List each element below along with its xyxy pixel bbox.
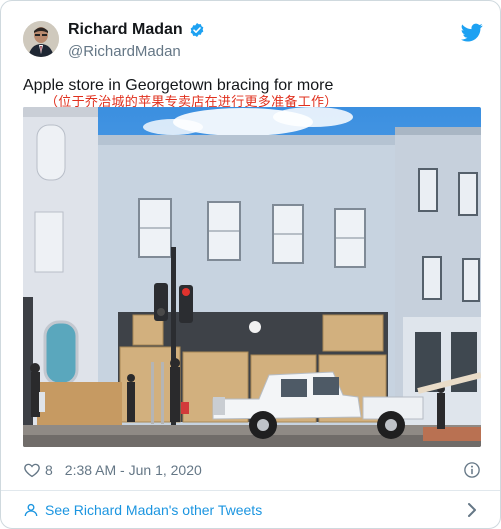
tweet-meta: 8 2:38 AM - Jun 1, 2020	[23, 460, 483, 480]
info-icon[interactable]	[463, 461, 481, 479]
tweet-header: Richard Madan @RichardMadan	[23, 19, 483, 63]
tweet-timestamp[interactable]: 2:38 AM - Jun 1, 2020	[65, 462, 202, 478]
heart-icon[interactable]	[23, 461, 41, 479]
avatar[interactable]	[23, 21, 59, 57]
tweet-card: Richard Madan @RichardMadan Apple store …	[0, 0, 501, 529]
see-other-tweets-link[interactable]: See Richard Madan's other Tweets	[23, 499, 483, 521]
see-other-tweets-label[interactable]: See Richard Madan's other Tweets	[45, 502, 262, 518]
display-name[interactable]: Richard Madan	[68, 21, 183, 39]
twitter-bird-icon[interactable]	[460, 21, 483, 43]
like-count: 8	[45, 462, 53, 478]
user-icon	[23, 502, 39, 518]
footer-divider	[1, 490, 500, 491]
verified-badge-icon	[189, 22, 205, 38]
name-row: Richard Madan	[68, 21, 205, 39]
tweet-photo[interactable]	[23, 107, 481, 447]
chevron-right-icon[interactable]	[465, 502, 479, 518]
author-handle[interactable]: @RichardMadan	[68, 43, 181, 60]
